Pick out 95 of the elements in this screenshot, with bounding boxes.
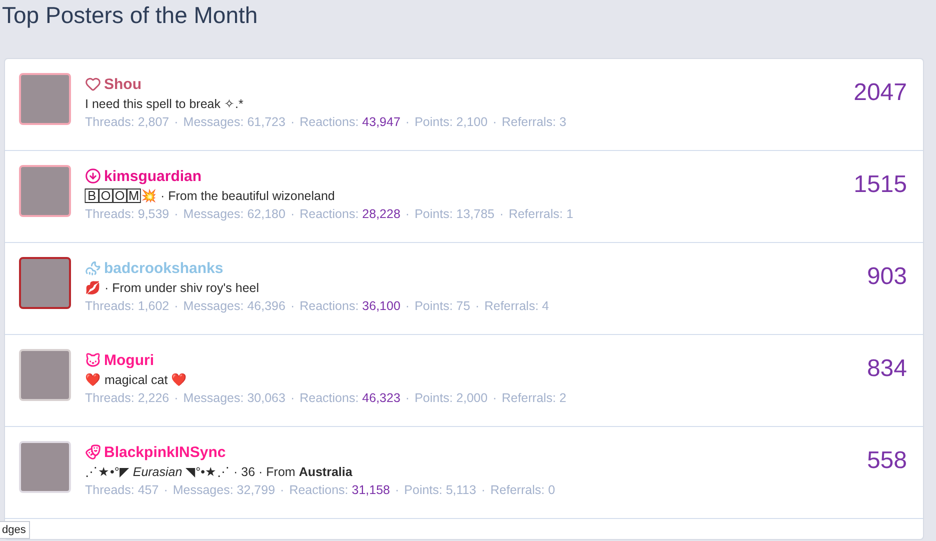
stat-value: 2,100 — [456, 115, 488, 129]
stat-label: Points: — [414, 391, 454, 405]
theater-masks-icon — [85, 444, 101, 460]
separator-dot: · — [481, 483, 486, 497]
stat-value: 2,000 — [456, 391, 488, 405]
avatar-photo-placeholder[interactable] — [19, 73, 71, 125]
stat-value: 43,947 — [362, 115, 400, 129]
stat-value: 30,063 — [247, 391, 286, 405]
username-link[interactable]: Shou — [104, 76, 142, 92]
stat-label: Referrals: — [502, 115, 557, 129]
separator-dot: · — [405, 115, 410, 129]
separator-dot: · — [280, 483, 284, 497]
stat-value: 0 — [548, 483, 556, 497]
post-count: 558 — [866, 447, 907, 475]
user-tagline: ❤ magical cat ❤ — [85, 372, 188, 389]
stat-value: 3 — [559, 115, 566, 129]
stat-value: 62,180 — [247, 207, 286, 221]
separator-dot: · — [405, 299, 410, 313]
separator-dot: · — [394, 483, 400, 497]
stat-value: 2,807 — [138, 115, 170, 129]
stat-value: 32,799 — [236, 483, 276, 497]
user-tagline: I need this spell to break ✧.* — [85, 96, 244, 113]
username-link[interactable]: kimsguardian — [104, 168, 202, 184]
separator-dot: · — [492, 391, 497, 405]
stat-value: 2 — [559, 391, 566, 405]
separator-dot: · — [290, 207, 295, 221]
post-count: 2047 — [854, 79, 907, 107]
stat-value: 1,602 — [138, 299, 170, 313]
tooltip: dges — [0, 521, 30, 539]
stat-value: 13,785 — [456, 207, 495, 221]
cat-icon — [85, 352, 101, 368]
separator-dot: · — [475, 299, 480, 313]
stat-value: 31,158 — [352, 483, 390, 497]
stat-label: Reactions: — [300, 299, 360, 313]
stat-label: Referrals: — [484, 299, 540, 313]
stat-label: Points: — [414, 207, 454, 221]
heart-icon — [85, 76, 101, 92]
user-tagline: ⋰★•°◤ Eurasian ◥°•★⋰ · 36 · From Australia — [85, 464, 354, 481]
stat-value: 457 — [138, 483, 159, 497]
stat-label: Threads: — [85, 483, 136, 497]
separator-dot: · — [500, 207, 504, 221]
user-tagline: 🄱🄾🄾🄼💥 · From the beautiful wizoneland — [85, 188, 336, 205]
stat-label: Reactions: — [300, 391, 360, 405]
separator-dot: · — [492, 115, 497, 129]
stat-label: Threads: — [85, 115, 136, 129]
avatar-photo-placeholder[interactable] — [19, 257, 71, 309]
stat-value: 5,113 — [446, 483, 476, 497]
stat-label: Messages: — [183, 115, 245, 129]
stat-label: Reactions: — [300, 207, 360, 221]
stat-value: 4 — [542, 299, 549, 313]
stat-label: Messages: — [183, 391, 245, 405]
page-title: Top Posters of the Month — [1, 1, 259, 30]
stat-value: 2,226 — [138, 391, 170, 405]
avatar-photo-placeholder[interactable] — [19, 165, 71, 217]
stat-value: 46,396 — [247, 299, 286, 313]
stat-value: 1 — [566, 207, 574, 221]
username-link[interactable]: BlackpinkINSync — [104, 444, 226, 460]
stat-value: 9,539 — [138, 207, 170, 221]
separator-dot: · — [290, 299, 295, 313]
stat-value: 36,100 — [362, 299, 400, 313]
stat-label: Messages: — [183, 207, 245, 221]
user-tagline: 💋 · From under shiv roy's heel — [85, 280, 260, 297]
stat-label: Referrals: — [502, 391, 557, 405]
stat-label: Threads: — [85, 391, 136, 405]
stat-label: Points: — [414, 115, 454, 129]
stat-label: Referrals: — [490, 483, 546, 497]
separator-dot: · — [290, 391, 295, 405]
separator-dot: · — [405, 207, 410, 221]
cloud-moon-rain-icon — [85, 260, 101, 276]
stat-label: Referrals: — [508, 207, 564, 221]
stat-label: Threads: — [85, 299, 136, 313]
username-link[interactable]: badcrookshanks — [104, 260, 224, 276]
separator-dot: · — [405, 391, 410, 405]
stat-label: Threads: — [85, 207, 136, 221]
stat-value: 28,228 — [362, 207, 400, 221]
stat-label: Points: — [404, 483, 444, 497]
username-link[interactable]: Moguri — [104, 352, 154, 368]
post-count: 1515 — [854, 171, 907, 199]
separator-dot: · — [174, 391, 178, 405]
post-count: 834 — [866, 355, 907, 383]
stat-label: Reactions: — [300, 115, 360, 129]
stat-label: Messages: — [172, 483, 234, 497]
separator-dot: · — [174, 299, 178, 313]
stat-value: 61,723 — [247, 115, 286, 129]
separator-dot: · — [174, 207, 178, 221]
separator-dot: · — [164, 483, 168, 497]
stat-value: 75 — [456, 299, 470, 313]
separator-dot: · — [174, 115, 178, 129]
stat-value: 46,323 — [362, 391, 400, 405]
stat-label: Messages: — [183, 299, 245, 313]
stat-label: Reactions: — [289, 483, 350, 497]
post-count: 903 — [866, 263, 907, 291]
separator-dot: · — [290, 115, 295, 129]
arrow-down-circle-icon — [85, 168, 101, 184]
stat-label: Points: — [414, 299, 454, 313]
